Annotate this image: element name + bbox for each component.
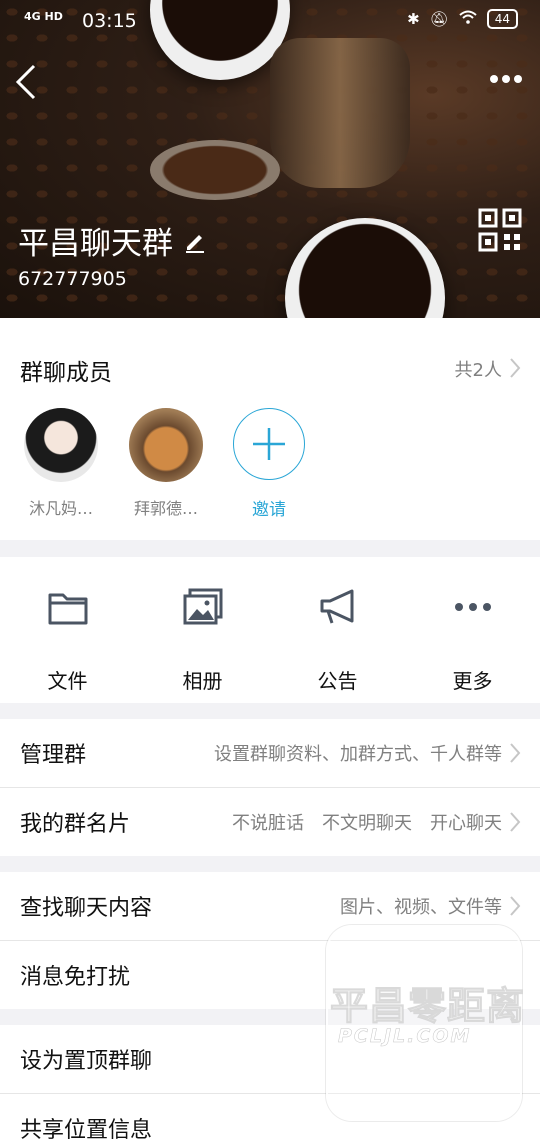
share-location-label: 共享位置信息 — [20, 1118, 153, 1140]
do-not-disturb-label: 消息免打扰 — [20, 965, 131, 990]
tool-more-label: 更多 — [452, 669, 493, 693]
chevron-left-icon — [15, 64, 36, 100]
pin-chat-label: 设为置顶群聊 — [20, 1049, 153, 1074]
bluetooth-icon: ✱ — [407, 10, 420, 28]
manage-group-row[interactable]: 管理群 设置群聊资料、加群方式、千人群等 — [0, 719, 540, 787]
mute-bell-icon: 🔕︎ — [429, 10, 449, 28]
invite-button[interactable] — [233, 408, 305, 480]
group-card-value: 不说脏话 不文明聊天 开心聊天 — [232, 813, 502, 834]
megaphone-icon — [320, 589, 353, 624]
chevron-right-icon — [510, 812, 521, 832]
member-name-2: 拜郭德… — [133, 499, 198, 518]
chevron-right-icon — [510, 743, 521, 763]
back-button[interactable] — [12, 62, 42, 102]
status-time: 03:15 — [82, 10, 137, 32]
tool-album[interactable]: 相册 — [135, 585, 270, 694]
more-dots-icon — [454, 603, 491, 611]
folder-icon — [48, 593, 87, 625]
invite-label: 邀请 — [252, 500, 286, 520]
edit-pencil-icon[interactable] — [183, 229, 207, 253]
coffee-pot — [270, 38, 410, 188]
tool-album-label: 相册 — [182, 669, 223, 693]
member-name-1: 沐凡妈… — [28, 499, 93, 518]
watermark-text-cn: 平昌零距离 — [329, 984, 526, 1029]
group-name: 平昌聊天群 — [18, 226, 173, 262]
member-avatar-1[interactable] — [24, 408, 98, 482]
plus-icon — [252, 427, 285, 460]
members-title: 群聊成员 — [20, 360, 112, 386]
more-dots-icon — [490, 75, 522, 83]
tool-announcement[interactable]: 公告 — [270, 585, 405, 694]
tool-more[interactable]: 更多 — [405, 585, 540, 694]
group-name-area[interactable]: 平昌聊天群 — [18, 218, 207, 263]
network-indicator: 4G HD — [24, 10, 63, 23]
manage-group-value: 设置群聊资料、加群方式、千人群等 — [214, 744, 502, 765]
status-bar: 4G HD 03:15 ✱ 🔕︎ 44 — [0, 0, 540, 42]
watermark-text-en: PCLJL.COM — [338, 1025, 472, 1048]
chevron-right-icon — [510, 896, 521, 916]
photo-album-icon — [183, 588, 222, 625]
qr-code-icon — [478, 208, 522, 252]
search-chat-value: 图片、视频、文件等 — [340, 897, 502, 918]
group-card-label: 我的群名片 — [20, 812, 131, 837]
search-chat-label: 查找聊天内容 — [20, 896, 153, 921]
status-icons: ✱ 🔕︎ 44 — [407, 9, 518, 29]
member-avatar-2[interactable] — [129, 408, 203, 482]
tool-files[interactable]: 文件 — [0, 585, 135, 694]
tool-files-label: 文件 — [47, 669, 88, 693]
spoon — [150, 140, 280, 200]
more-options-button[interactable] — [486, 66, 526, 92]
group-id: 672777905 — [18, 268, 127, 290]
members-count[interactable]: 共2人 — [455, 356, 502, 382]
group-card-row[interactable]: 我的群名片 不说脏话 不文明聊天 开心聊天 — [0, 788, 540, 856]
chevron-right-icon — [510, 358, 521, 378]
manage-group-label: 管理群 — [20, 743, 87, 768]
wifi-icon — [459, 10, 477, 28]
tool-announcement-label: 公告 — [317, 669, 358, 693]
qr-code-button[interactable] — [478, 208, 522, 252]
battery-icon: 44 — [486, 9, 518, 29]
